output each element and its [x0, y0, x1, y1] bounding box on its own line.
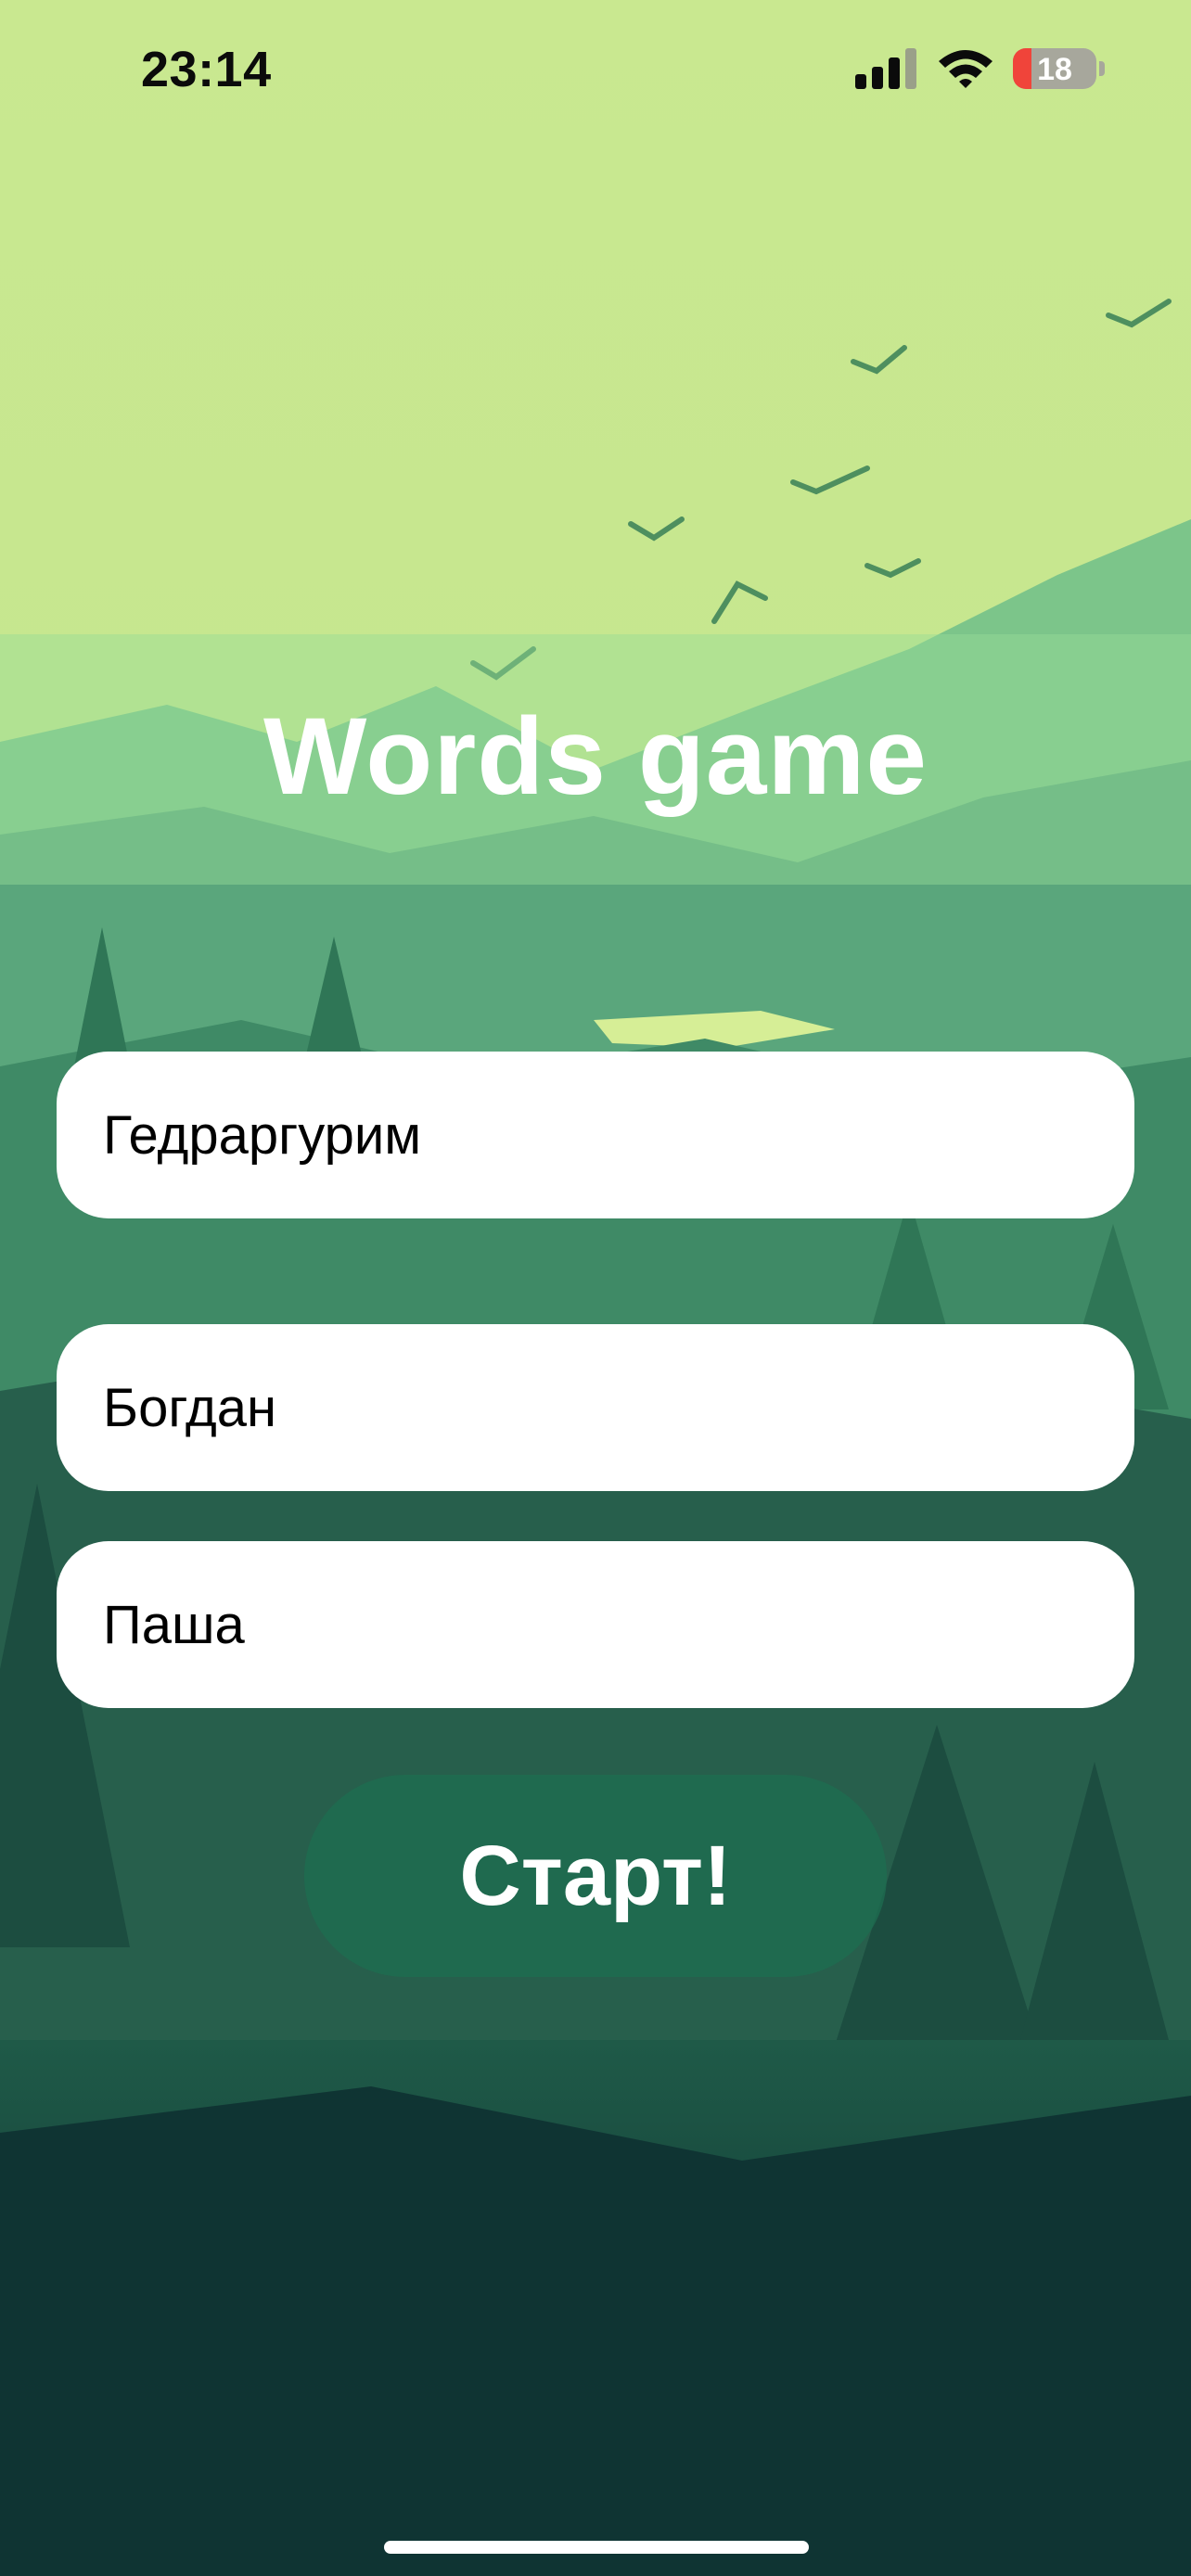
player-name-field-1[interactable]: Гедраргурим	[57, 1052, 1134, 1218]
home-indicator[interactable]	[384, 2541, 809, 2554]
app-title: Words game	[263, 695, 928, 818]
player-name-field-3[interactable]: Паша	[57, 1541, 1134, 1708]
player-name-field-2[interactable]: Богдан	[57, 1324, 1134, 1491]
cellular-signal-icon	[855, 48, 916, 89]
player-name-value: Паша	[103, 1594, 245, 1655]
wifi-icon	[939, 50, 992, 88]
start-button-label: Старт!	[459, 1828, 732, 1923]
status-bar: 23:14 18	[0, 0, 1191, 139]
player-name-value: Богдан	[103, 1377, 276, 1438]
status-time: 23:14	[141, 42, 272, 97]
player-name-value: Гедраргурим	[103, 1104, 422, 1166]
battery-tip	[1099, 61, 1105, 76]
battery-level: 18	[1037, 52, 1072, 87]
charging-battery-icon: 18	[1013, 48, 1096, 89]
background-illustration	[0, 0, 1191, 2576]
start-button[interactable]: Старт!	[304, 1775, 887, 1977]
